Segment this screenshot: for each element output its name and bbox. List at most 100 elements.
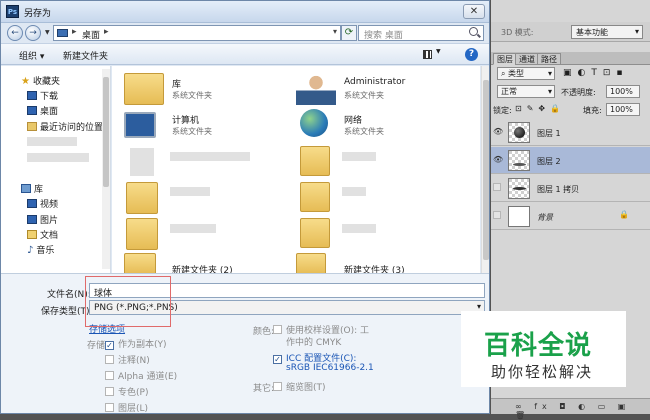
network-icon — [300, 109, 328, 137]
address-bar[interactable]: ▸ 桌面 ▸ ▾ — [53, 25, 341, 41]
checkbox-label: 专色(P) — [118, 388, 149, 398]
file-item-computer[interactable]: 计算机 系统文件夹 — [124, 106, 304, 146]
layer-row-selected[interactable]: 👁 图层 2 — [491, 147, 650, 174]
checkbox-box[interactable] — [273, 325, 282, 334]
checkbox-box[interactable] — [273, 382, 282, 391]
folder-icon[interactable] — [126, 218, 158, 250]
layer-row[interactable]: 背景 🔒 — [491, 203, 650, 230]
blurred-item — [170, 224, 216, 233]
filter-icons[interactable]: ▣◐T⊡▪ — [563, 68, 629, 78]
sidebar-label: 下载 — [40, 92, 59, 102]
toolbar: 组织 ▾ 新建文件夹 ▼ ? — [1, 43, 489, 65]
checkbox-as-copy[interactable]: ✓ 作为副本(Y) — [105, 337, 167, 350]
address-text[interactable]: 桌面 — [82, 28, 100, 41]
search-icon[interactable] — [469, 27, 478, 36]
checkbox-label: 缩览图(T) — [286, 383, 326, 393]
back-button[interactable]: ← — [7, 25, 23, 41]
icc-profile-value: sRGB IEC61966-2.1 — [286, 363, 374, 373]
file-item-administrator[interactable]: Administrator 系统文件夹 — [296, 70, 476, 110]
chevron-right-icon[interactable]: ▸ — [72, 27, 77, 37]
sidebar-favorites-header[interactable]: ★ 收藏夹 — [21, 74, 60, 87]
fill-input[interactable]: 100% — [606, 103, 640, 116]
refresh-button[interactable]: ⟳ — [341, 25, 357, 41]
lock-row: 锁定: ⊡✎✥🔒 填充: 100% — [491, 103, 650, 119]
file-item-network[interactable]: 网络 系统文件夹 — [296, 106, 476, 146]
opacity-value[interactable]: 100% — [610, 87, 633, 96]
layer-row[interactable]: 👁 图层 1 — [491, 119, 650, 146]
checkbox-thumbnail[interactable]: 缩览图(T) — [273, 380, 326, 393]
chevron-down-icon: ▾ — [547, 87, 552, 96]
sidebar-scrollbar[interactable] — [102, 69, 110, 269]
organize-menu[interactable]: 组织 ▾ — [19, 49, 44, 62]
checkbox-box[interactable] — [105, 403, 114, 412]
layer-name[interactable]: 图层 2 — [537, 156, 561, 167]
scrollbar-thumb[interactable] — [103, 77, 109, 187]
checkbox-box[interactable]: ✓ — [273, 355, 282, 364]
layers-panel-footer[interactable]: ∞ fx ◘ ◐ ▭ ▣ 🗑 — [491, 398, 650, 420]
star-icon: ★ — [21, 76, 30, 87]
visibility-toggle[interactable] — [493, 211, 501, 219]
folder-icon[interactable] — [300, 146, 330, 176]
blend-row: 正常 ▾ 不透明度: 100% — [491, 85, 650, 101]
recent-locations-dropdown-icon[interactable]: ▼ — [45, 29, 50, 36]
opacity-input[interactable]: 100% — [606, 85, 640, 98]
eye-icon[interactable]: 👁 — [493, 127, 503, 136]
layer-name[interactable]: 背景 — [537, 212, 553, 223]
chevron-right-icon[interactable]: ▸ — [104, 27, 109, 37]
chevron-down-icon: ▼ — [436, 48, 441, 55]
sidebar-item-music[interactable]: ♪ 音乐 — [27, 243, 54, 256]
folder-icon[interactable] — [126, 182, 158, 214]
blend-mode-select[interactable]: 正常 ▾ — [497, 85, 555, 98]
workspace-select[interactable]: 基本功能 ▾ — [571, 25, 643, 39]
fill-value[interactable]: 100% — [610, 105, 633, 114]
checkbox-box[interactable] — [105, 387, 114, 396]
search-input[interactable]: 搜索 桌面 — [358, 25, 484, 41]
tab-layers[interactable]: 图层 — [493, 53, 517, 65]
scrollbar-thumb[interactable] — [483, 80, 489, 260]
file-item-libraries[interactable]: 库 系统文件夹 — [124, 70, 304, 110]
address-dropdown-icon[interactable]: ▾ — [333, 27, 337, 36]
checkbox-alpha-channels[interactable]: Alpha 通道(E) — [105, 369, 177, 382]
checkbox-box[interactable] — [105, 371, 114, 380]
desktop-icon — [57, 29, 68, 37]
layer-name[interactable]: 图层 1 — [537, 128, 561, 139]
help-button[interactable]: ? — [465, 48, 478, 61]
folder-icon[interactable] — [300, 218, 330, 248]
checkbox-spot-colors[interactable]: 专色(P) — [105, 385, 148, 398]
layer-row[interactable]: 图层 1 拷贝 — [491, 175, 650, 202]
checkbox-box[interactable] — [105, 355, 114, 364]
layer-name[interactable]: 图层 1 拷贝 — [537, 184, 579, 195]
sidebar-item-pictures[interactable]: 图片 — [27, 213, 58, 226]
eye-icon[interactable]: 👁 — [493, 155, 503, 164]
forward-button[interactable]: → — [25, 25, 41, 41]
close-button[interactable]: ✕ — [463, 4, 485, 19]
picture-icon — [27, 215, 37, 224]
view-options-button[interactable]: ▼ — [421, 48, 445, 61]
sidebar-item-videos[interactable]: 视频 — [27, 197, 58, 210]
checkbox-label: 作为副本(Y) — [118, 340, 167, 350]
visibility-toggle[interactable] — [493, 183, 501, 191]
library-icon — [21, 184, 31, 193]
sidebar-item-downloads[interactable]: 下载 — [27, 89, 59, 102]
lock-label: 锁定: — [493, 106, 512, 115]
kind-filter-select[interactable]: ⌕ 类型 ▾ — [497, 67, 555, 80]
checkbox-box[interactable]: ✓ — [105, 341, 114, 350]
watermark-title: 百科全说 — [484, 331, 593, 361]
mode-3d-label: 3D 模式: — [501, 28, 534, 37]
lock-icons[interactable]: ⊡✎✥🔒 — [515, 104, 565, 113]
file-list-scrollbar[interactable] — [481, 66, 489, 273]
folder-icon — [296, 253, 326, 275]
tab-channels[interactable]: 通道 — [515, 53, 539, 65]
sidebar-item-recent[interactable]: 最近访问的位置 — [27, 120, 103, 133]
workspace-value: 基本功能 — [576, 28, 608, 37]
search-placeholder: 搜索 桌面 — [364, 31, 403, 41]
sidebar-libraries-header[interactable]: 库 — [21, 182, 43, 195]
file-type: 系统文件夹 — [172, 127, 212, 136]
checkbox-layers[interactable]: 图层(L) — [105, 401, 148, 413]
folder-icon[interactable] — [300, 182, 330, 212]
new-folder-button[interactable]: 新建文件夹 — [63, 49, 108, 62]
checkbox-annotations[interactable]: 注释(N) — [105, 353, 150, 366]
sidebar-item-desktop[interactable]: 桌面 — [27, 104, 58, 117]
sidebar-item-documents[interactable]: 文档 — [27, 228, 58, 241]
tab-paths[interactable]: 路径 — [537, 53, 561, 65]
